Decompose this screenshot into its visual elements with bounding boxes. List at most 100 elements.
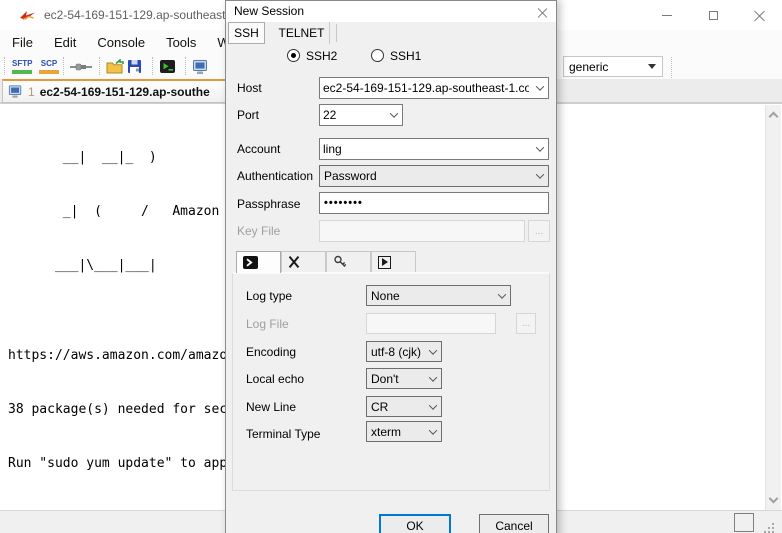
newline-label: New Line xyxy=(246,400,297,414)
terminal-type-value: generic xyxy=(569,59,609,74)
encoding-value: utf-8 (cjk) xyxy=(371,344,422,359)
keyfile-input xyxy=(319,220,525,242)
radio-ssh2[interactable] xyxy=(287,49,300,62)
toolbar-grip xyxy=(152,57,156,75)
computer-icon xyxy=(193,59,207,74)
logfile-browse-button: ... xyxy=(516,313,536,334)
chevron-down-icon xyxy=(648,64,656,69)
tab-computer-icon xyxy=(8,85,22,98)
menu-item-edit[interactable]: Edit xyxy=(54,35,76,50)
tab-index: 1 xyxy=(28,84,35,99)
cancel-button[interactable]: Cancel xyxy=(479,514,549,533)
radio-ssh1[interactable] xyxy=(371,49,384,62)
tab-telnet[interactable]: TELNET xyxy=(274,22,330,44)
terminal-green-icon xyxy=(160,60,175,73)
logfile-input xyxy=(366,313,496,334)
minimize-icon xyxy=(662,14,672,16)
maximize-button[interactable] xyxy=(690,0,736,30)
minimize-button[interactable] xyxy=(644,0,690,30)
dialog-titlebar: New Session xyxy=(226,1,556,22)
terminaltype-dropdown[interactable]: xterm xyxy=(366,421,442,442)
toolbar-grip xyxy=(185,57,189,75)
logtype-value: None xyxy=(371,288,400,303)
local-shell-button[interactable] xyxy=(159,56,176,77)
host-combobox[interactable] xyxy=(319,77,549,99)
tab-label: ec2-54-169-151-129.ap-southe xyxy=(39,84,210,99)
scp-label: SCP xyxy=(40,59,58,68)
encoding-label: Encoding xyxy=(246,345,297,359)
chevron-down-icon[interactable] xyxy=(532,78,548,98)
toolbar-grip xyxy=(4,57,8,75)
radio-ssh2-label: SSH2 xyxy=(306,49,338,63)
sftp-button[interactable]: SFTP xyxy=(12,56,32,77)
passphrase-input[interactable] xyxy=(319,192,549,214)
close-icon xyxy=(754,10,765,21)
window-title: ec2-54-169-151-129.ap-southeast-1.c xyxy=(44,8,246,22)
host-label: Host xyxy=(237,81,262,95)
floppy-icon xyxy=(128,60,141,73)
options-tab-auth[interactable] xyxy=(326,251,371,272)
toolbar-grip xyxy=(99,57,103,75)
localecho-dropdown[interactable]: Don't xyxy=(366,368,442,389)
menu-item-file[interactable]: File xyxy=(12,35,33,50)
chevron-down-icon[interactable] xyxy=(425,369,441,388)
new-session-dialog: New Session SSH TELNET SSH2 SSH1 Host Po… xyxy=(225,0,557,533)
play-icon xyxy=(378,255,391,269)
ok-button[interactable]: OK xyxy=(379,514,451,533)
new-terminal-button[interactable] xyxy=(192,56,209,77)
account-combobox[interactable] xyxy=(319,138,549,160)
terminaltype-label: Terminal Type xyxy=(246,427,321,441)
keyfile-browse-button: ... xyxy=(528,220,550,242)
open-button[interactable] xyxy=(106,56,124,77)
logtype-dropdown[interactable]: None xyxy=(366,285,511,306)
scroll-up-icon[interactable] xyxy=(768,111,779,122)
plug-icon xyxy=(70,63,92,70)
scp-button[interactable]: SCP xyxy=(39,56,59,77)
authentication-dropdown[interactable]: Password xyxy=(319,165,549,187)
folder-icon xyxy=(106,59,124,74)
keyfile-label: Key File xyxy=(237,224,281,238)
newline-dropdown[interactable]: CR xyxy=(366,396,442,417)
menu-item-console[interactable]: Console xyxy=(97,35,145,50)
radio-ssh1-label: SSH1 xyxy=(390,49,422,63)
protocol-radio-group: SSH2 SSH1 xyxy=(226,48,556,64)
chevron-down-icon[interactable] xyxy=(425,422,441,441)
dialog-tab-strip: SSH TELNET xyxy=(226,22,556,44)
chevron-down-icon[interactable] xyxy=(425,342,441,361)
port-input[interactable] xyxy=(320,108,386,122)
port-combobox[interactable] xyxy=(319,104,403,126)
tab-separator xyxy=(336,24,337,42)
screen: ec2-54-169-151-129.ap-southeast-1.c File… xyxy=(0,0,782,533)
options-tab-run[interactable] xyxy=(371,251,416,272)
account-input[interactable] xyxy=(320,142,532,156)
chevron-down-icon[interactable] xyxy=(494,286,510,305)
tab-telnet-label: TELNET xyxy=(278,26,325,40)
scp-underline xyxy=(39,70,59,74)
logtype-label: Log type xyxy=(246,289,293,303)
options-tab-terminal[interactable] xyxy=(236,251,281,273)
dialog-close-button[interactable] xyxy=(534,4,550,20)
tab-ssh-label: SSH xyxy=(234,26,259,40)
menu-item-tools[interactable]: Tools xyxy=(166,35,196,50)
tab-ssh[interactable]: SSH xyxy=(228,22,265,44)
scroll-down-icon[interactable] xyxy=(768,493,779,504)
terminal-icon xyxy=(243,256,258,269)
chevron-down-icon[interactable] xyxy=(425,397,441,416)
save-button[interactable] xyxy=(127,56,142,77)
authentication-label: Authentication xyxy=(237,169,314,183)
localecho-label: Local echo xyxy=(246,372,305,386)
key-icon xyxy=(334,255,347,267)
connection-button[interactable] xyxy=(70,56,92,77)
host-input[interactable] xyxy=(320,81,532,95)
chevron-down-icon[interactable] xyxy=(532,166,548,186)
close-button[interactable] xyxy=(736,0,782,30)
chevron-down-icon[interactable] xyxy=(532,139,548,159)
resize-grip[interactable] xyxy=(768,527,770,529)
terminal-scrollbar[interactable] xyxy=(765,105,781,510)
options-tab-x11[interactable] xyxy=(281,251,326,272)
port-label: Port xyxy=(237,108,260,122)
terminal-type-combobox[interactable]: generic xyxy=(563,56,663,77)
chevron-down-icon[interactable] xyxy=(386,105,402,125)
newline-value: CR xyxy=(371,399,389,414)
encoding-dropdown[interactable]: utf-8 (cjk) xyxy=(366,341,442,362)
